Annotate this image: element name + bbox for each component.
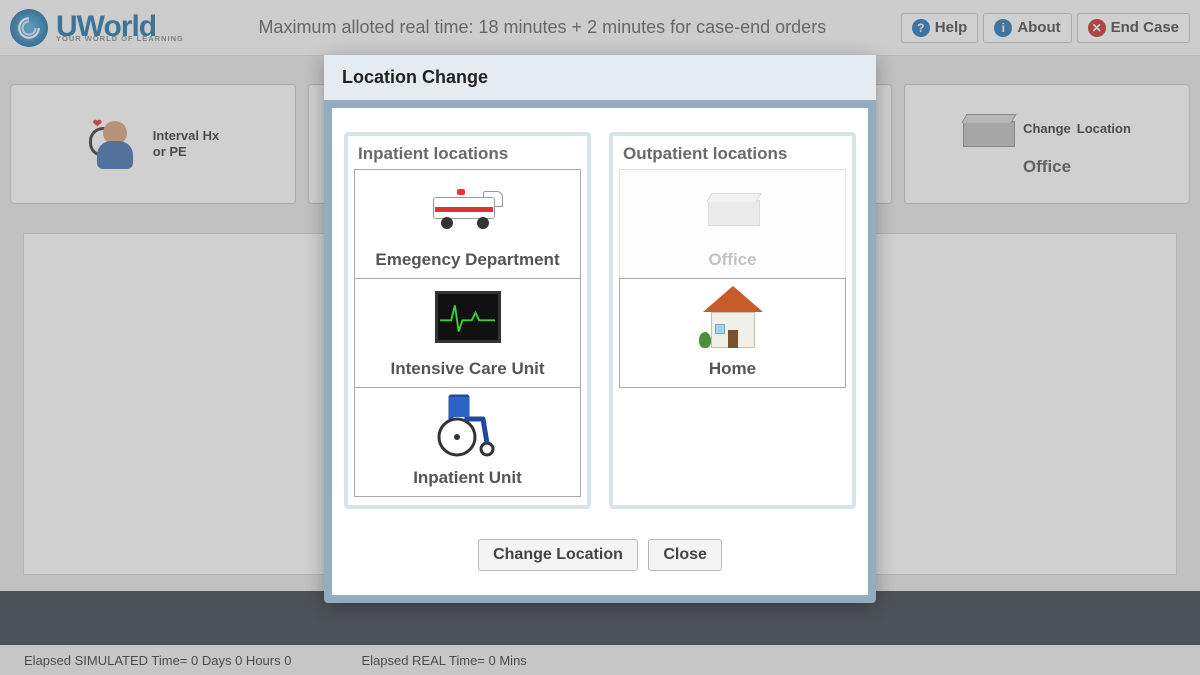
option-inpatient-unit[interactable]: Inpatient Unit xyxy=(354,387,581,497)
option-label: Inpatient Unit xyxy=(413,464,522,496)
outpatient-column: Outpatient locations Office Home xyxy=(609,132,856,509)
office-building-icon xyxy=(708,190,758,226)
change-location-button[interactable]: Change Location xyxy=(478,539,638,571)
ambulance-icon xyxy=(425,187,511,229)
option-office: Office xyxy=(619,169,846,279)
inpatient-header: Inpatient locations xyxy=(354,140,581,170)
option-label: Emegency Department xyxy=(375,246,559,278)
close-button[interactable]: Close xyxy=(648,539,722,571)
option-label: Intensive Care Unit xyxy=(391,355,545,387)
modal-title: Location Change xyxy=(324,55,876,108)
location-change-modal: Location Change Inpatient locations Emeg… xyxy=(324,55,876,603)
wheelchair-icon xyxy=(431,389,505,464)
option-label: Home xyxy=(709,355,756,387)
option-home[interactable]: Home xyxy=(619,278,846,388)
option-emergency-department[interactable]: Emegency Department xyxy=(354,169,581,279)
option-label: Office xyxy=(708,246,756,278)
ecg-monitor-icon xyxy=(435,291,501,343)
inpatient-column: Inpatient locations Emegency Department … xyxy=(344,132,591,509)
outpatient-header: Outpatient locations xyxy=(619,140,846,170)
house-icon xyxy=(693,286,773,348)
option-intensive-care-unit[interactable]: Intensive Care Unit xyxy=(354,278,581,388)
